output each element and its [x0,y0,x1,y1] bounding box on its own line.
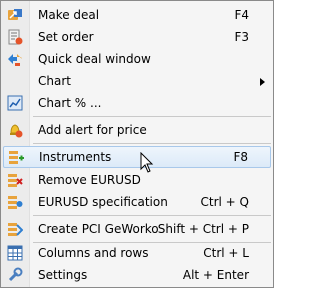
instruments-icon [9,151,24,164]
make-deal-icon [8,9,22,20]
menu-item-eurusd-specification[interactable]: EURUSD specification Ctrl + Q [1,191,273,213]
menu-separator [33,143,271,144]
menu-item-remove-eurusd[interactable]: Remove EURUSD [1,169,273,191]
menu-item-label: Add alert for price [38,123,147,137]
menu-item-settings[interactable]: Settings Alt + Enter [1,264,273,286]
chart-percent-icon [7,95,23,111]
menu-item-label: EURUSD specification [38,195,168,209]
menu-item-shortcut: F8 [233,150,248,164]
menu-separator [33,215,271,216]
menu-item-label: Quick deal window [38,52,151,66]
columns-icon [7,245,23,261]
menu-item-set-order[interactable]: Set order F3 [1,26,273,48]
menu-item-label: Create PCI GeWorko [38,222,159,236]
menu-item-shortcut: Ctrl + Q [200,195,249,209]
context-menu: Make deal F4 Set order F3 Quick deal win… [0,0,274,288]
menu-item-instruments[interactable]: Instruments F8 [3,146,271,168]
menu-item-shortcut: Shift + Ctrl + P [157,222,249,236]
set-order-icon [8,29,23,45]
submenu-arrow-icon [260,78,265,86]
menu-item-shortcut: Alt + Enter [182,268,249,282]
menu-item-label: Chart % ... [38,96,102,110]
menu-item-shortcut: Ctrl + L [203,246,249,260]
menu-item-label: Settings [38,268,88,282]
settings-icon [8,267,23,282]
menu-item-label: Chart [38,74,71,88]
menu-item-shortcut: F4 [234,8,249,22]
menu-item-columns-and-rows[interactable]: Columns and rows Ctrl + L [1,242,273,264]
menu-item-chart-percent[interactable]: Chart % ... [1,92,273,114]
menu-item-quick-deal-window[interactable]: Quick deal window [1,48,273,70]
menu-separator [33,116,271,117]
menu-item-label: Make deal [38,8,100,22]
menu-item-make-deal[interactable]: Make deal F4 [1,4,273,26]
remove-icon [8,174,23,187]
specification-icon [8,196,23,209]
pci-icon [8,223,23,236]
menu-item-label: Instruments [39,150,112,164]
quick-deal-icon [8,54,22,66]
menu-item-shortcut: F3 [234,30,249,44]
mouse-cursor-icon [140,152,154,173]
menu-item-label: Columns and rows [38,246,149,260]
menu-item-chart[interactable]: Chart [1,70,273,92]
alert-icon [10,124,23,138]
menu-item-label: Remove EURUSD [38,173,141,187]
menu-item-create-pci-geworko[interactable]: Create PCI GeWorko Shift + Ctrl + P [1,218,273,240]
menu-item-add-alert[interactable]: Add alert for price [1,119,273,141]
menu-item-label: Set order [38,30,94,44]
